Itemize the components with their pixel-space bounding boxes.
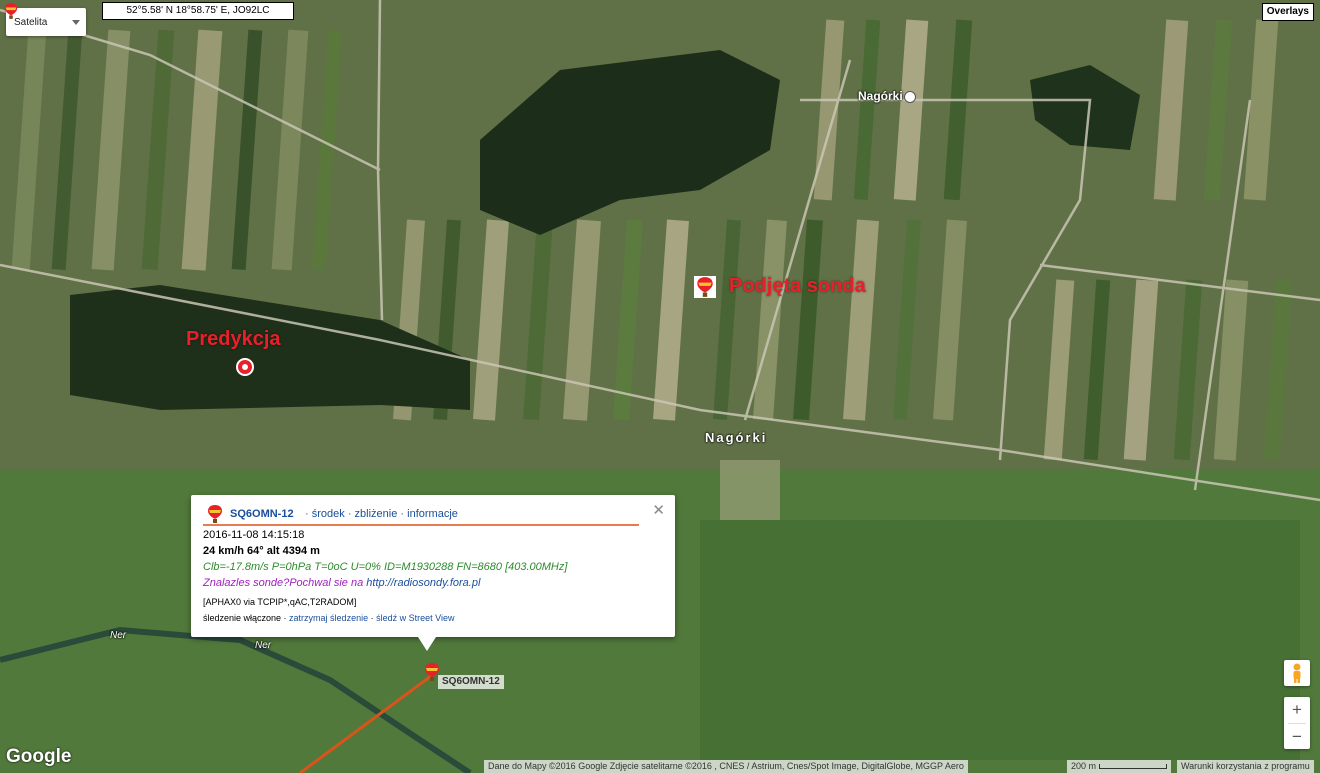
street-view-link[interactable]: śledź w Street View (376, 613, 454, 623)
tracking-status: śledzenie włączone (203, 613, 282, 623)
pegman-icon (1293, 663, 1301, 683)
popup-callsign[interactable]: SQ6OMN-12 (230, 508, 294, 520)
pegman-button[interactable] (1284, 660, 1310, 686)
map-type-label: Satelita (14, 17, 48, 28)
balloon-icon (208, 505, 222, 523)
map-attribution: Dane do Mapy ©2016 Google Zdjęcie sateli… (484, 760, 968, 773)
separator: · (368, 613, 377, 623)
zoom-in-icon[interactable]: + (1284, 697, 1310, 723)
satellite-map[interactable] (0, 0, 1320, 773)
scale-line (1098, 764, 1167, 770)
marker-callsign-label[interactable]: SQ6OMN-12 (438, 675, 504, 689)
balloon-info-popup: ✕ SQ6OMN-12 · środek · zbliżenie · infor… (191, 495, 675, 651)
zoom-control: + − (1284, 697, 1310, 749)
balloon-icon (4, 3, 18, 19)
zoom-out-icon[interactable]: − (1284, 724, 1310, 750)
scale-label: 200 m (1071, 761, 1097, 771)
place-marker-icon[interactable] (904, 91, 916, 103)
promo-text: Znalazles sonde?Pochwal sie na (203, 577, 367, 589)
prediction-annotation: Predykcja (186, 328, 281, 350)
picked-up-annotation: Podjęta sonda (729, 275, 866, 297)
separator: · (305, 508, 312, 520)
promo-url-link[interactable]: http://radiosondy.fora.pl (366, 577, 480, 589)
popup-telemetry: Clb=-17.8m/s P=0hPa T=0oC U=0% ID=M19302… (203, 561, 568, 573)
popup-header: SQ6OMN-12 · środek · zbliżenie · informa… (203, 504, 639, 526)
village-label-nagorki: Nagórki (705, 430, 768, 445)
popup-path: [APHAX0 via TCPIP*,qAC,T2RADOM] (203, 597, 357, 607)
separator: · (397, 508, 408, 520)
balloon-icon (697, 277, 713, 297)
scale-bar[interactable]: 200 m (1067, 760, 1171, 773)
popup-tracking-row: śledzenie włączone · zatrzymaj śledzenie… (203, 613, 454, 623)
stop-tracking-link[interactable]: zatrzymaj śledzenie (289, 613, 368, 623)
zoom-link[interactable]: zbliżenie (355, 508, 398, 520)
prediction-target-icon[interactable] (236, 358, 254, 376)
chevron-down-icon (72, 20, 80, 25)
separator: · (344, 508, 355, 520)
popup-tail (418, 637, 436, 651)
popup-promo: Znalazles sonde?Pochwal sie na http://ra… (203, 577, 480, 589)
river-label-ner: Ner (255, 640, 272, 651)
info-link[interactable]: informacje (407, 508, 458, 520)
overlays-button[interactable]: Overlays (1261, 3, 1314, 21)
close-icon[interactable]: ✕ (652, 501, 665, 519)
river-label-ner: Ner (110, 630, 127, 641)
picked-up-marker[interactable] (694, 276, 716, 298)
popup-timestamp: 2016-11-08 14:15:18 (203, 529, 305, 541)
center-link[interactable]: środek (312, 508, 345, 520)
map-type-selector[interactable]: Satelita (6, 8, 86, 36)
place-label-nagorki: Nagórki (858, 89, 903, 103)
terms-link[interactable]: Warunki korzystania z programu (1177, 760, 1314, 773)
popup-motion: 24 km/h 64° alt 4394 m (203, 545, 320, 557)
google-logo: Google (6, 746, 72, 767)
coordinate-readout: 52°5.58' N 18°58.75' E, JO92LC (102, 2, 294, 20)
separator: · (281, 613, 290, 623)
